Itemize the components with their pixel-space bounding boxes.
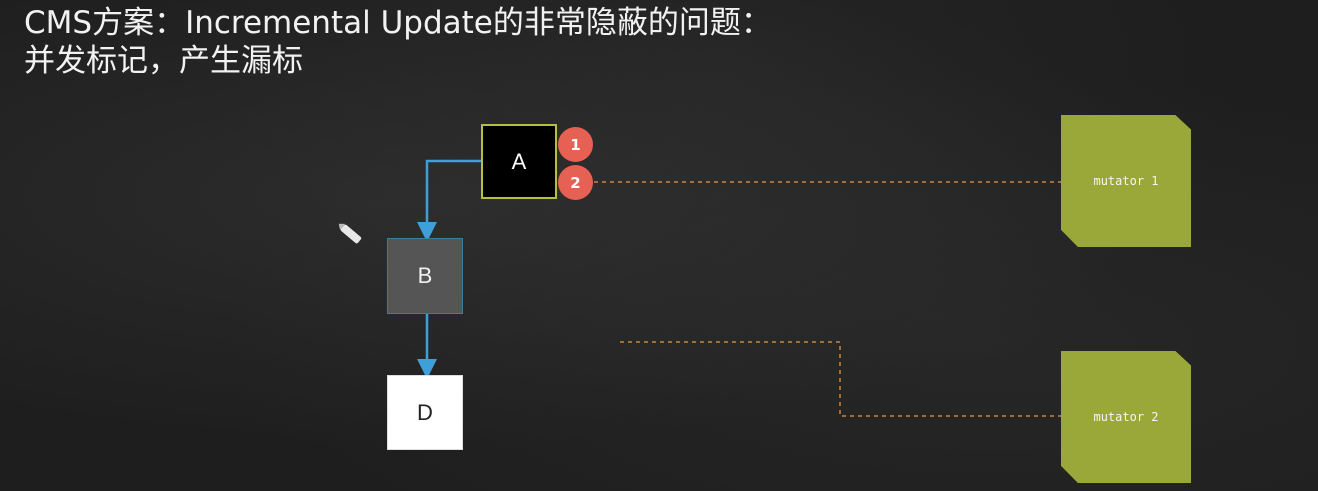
mutator-1-label: mutator 1 [1093,174,1159,188]
slide: CMS方案：Incremental Update的非常隐蔽的问题： 并发标记，产… [0,0,1318,491]
object-b-label: B [417,263,433,288]
step-badge-2: 2 [558,165,593,200]
object-d-label: D [417,399,433,425]
mutator-2: mutator 2 [1061,351,1191,483]
object-a: A [481,124,557,199]
mutator-1: mutator 1 [1061,115,1191,247]
mutator-2-label: mutator 2 [1093,410,1159,424]
object-d: D [387,375,463,450]
step-badge-1-label: 1 [570,135,581,154]
reference-a-to-b [417,159,481,242]
object-a-label: A [511,148,527,174]
object-b: B [387,238,463,314]
step-badge-2-label: 2 [570,173,581,192]
dashed-link-mutator-2 [620,341,1061,417]
step-badge-1: 1 [558,127,593,162]
